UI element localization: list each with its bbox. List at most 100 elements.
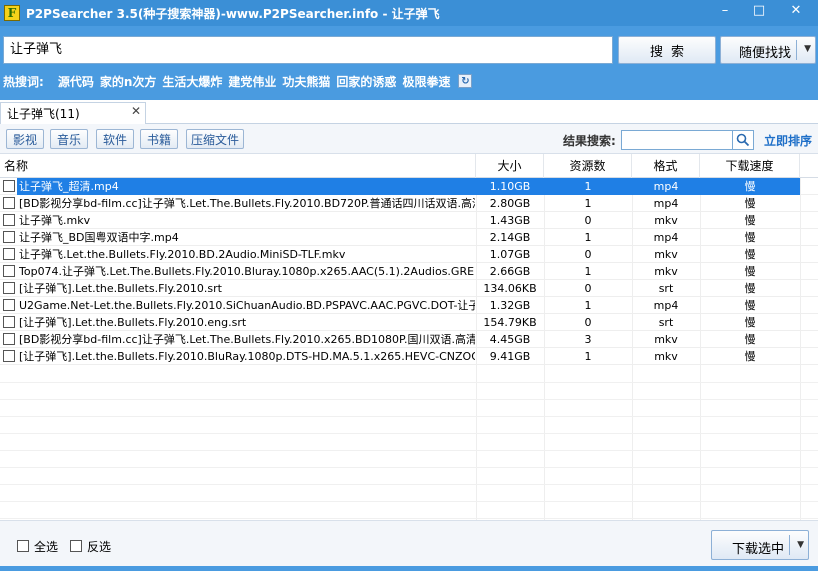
file-format: mkv (654, 265, 678, 278)
search-icon[interactable] (732, 130, 754, 150)
file-name: [BD影视分享bd-film.cc]让子弹飞.Let.The.Bullets.F… (19, 197, 475, 210)
row-checkbox[interactable] (3, 180, 15, 192)
sort-now-link[interactable]: 立即排序 (764, 132, 812, 149)
invert-selection-checkbox[interactable] (70, 540, 82, 552)
file-format: mp4 (653, 197, 679, 210)
row-checkbox[interactable] (3, 333, 15, 345)
download-speed: 慢 (744, 214, 756, 227)
results-table: 名称 大小 资源数 格式 下载速度 让子弹飞_超清.mp4 1.10GB 1 mp4 慢… (0, 154, 818, 520)
table-header: 名称 大小 资源数 格式 下载速度 (0, 154, 818, 178)
row-checkbox[interactable] (3, 316, 15, 328)
row-checkbox[interactable] (3, 214, 15, 226)
row-checkbox[interactable] (3, 350, 15, 362)
source-count: 1 (584, 265, 592, 278)
search-header: 让子弹飞 搜索 随便找找 ▼ 热搜词: 源代码 家的n次方 生活大爆炸 建党伟业… (0, 26, 818, 100)
minimize-button[interactable]: – (708, 0, 742, 20)
chevron-down-icon[interactable]: ▼ (804, 44, 811, 54)
file-format: mkv (654, 333, 678, 346)
refresh-icon[interactable]: ↻ (458, 74, 473, 88)
table-row[interactable]: [让子弹飞].Let.the.Bullets.Fly.2010.eng.srt 1… (0, 314, 818, 331)
file-name: [让子弹飞].Let.the.Bullets.Fly.2010.eng.srt (19, 316, 247, 329)
empty-row-line (0, 382, 818, 383)
column-header-format[interactable]: 格式 (632, 154, 700, 178)
column-header-size[interactable]: 大小 (476, 154, 544, 178)
hot-keyword[interactable]: 回家的诱惑 (336, 73, 396, 90)
file-format: mp4 (653, 299, 679, 312)
source-count: 1 (584, 350, 592, 363)
empty-row-line (0, 467, 818, 468)
row-checkbox[interactable] (3, 197, 15, 209)
tab-search-results[interactable]: 让子弹飞(11) ✕ (0, 102, 146, 125)
row-checkbox[interactable] (3, 282, 15, 294)
table-row[interactable]: Top074.让子弹飞.Let.The.Bullets.Fly.2010.Blu… (0, 263, 818, 280)
chevron-down-icon[interactable]: ▼ (797, 540, 804, 550)
hot-keyword[interactable]: 建党伟业 (228, 73, 276, 90)
file-size: 1.07GB (489, 248, 531, 261)
download-speed: 慢 (744, 333, 756, 346)
table-row[interactable]: [让子弹飞].Let.the.Bullets.Fly.2010.srt 134.0… (0, 280, 818, 297)
download-speed: 慢 (744, 350, 756, 363)
app-logo-icon: F (4, 5, 20, 21)
select-all-checkbox[interactable] (17, 540, 29, 552)
source-count: 0 (584, 316, 592, 329)
hot-keyword[interactable]: 源代码 (58, 73, 94, 90)
file-size: 2.66GB (489, 265, 531, 278)
file-format: mp4 (653, 231, 679, 244)
file-size: 9.41GB (489, 350, 531, 363)
invert-selection-label[interactable]: 反选 (87, 538, 111, 555)
close-icon[interactable]: ✕ (131, 104, 141, 118)
source-count: 0 (584, 214, 592, 227)
table-row[interactable]: 让子弹飞_超清.mp4 1.10GB 1 mp4 慢 (0, 178, 818, 195)
hot-keyword[interactable]: 生活大爆炸 (162, 73, 222, 90)
row-checkbox[interactable] (3, 231, 15, 243)
table-row[interactable]: 让子弹飞.Let.the.Bullets.Fly.2010.BD.2Audio.… (0, 246, 818, 263)
button-divider (796, 40, 797, 60)
row-checkbox[interactable] (3, 299, 15, 311)
empty-row-line (0, 484, 818, 485)
file-size: 4.45GB (489, 333, 531, 346)
hot-keywords: 热搜词: 源代码 家的n次方 生活大爆炸 建党伟业 功夫熊猫 回家的诱惑 极限拳… (3, 72, 473, 90)
close-button[interactable]: ✕ (776, 0, 816, 20)
filter-books-button[interactable]: 书籍 (140, 129, 178, 149)
download-speed: 慢 (744, 180, 756, 193)
select-all-label[interactable]: 全选 (34, 538, 58, 555)
window-bottom-edge (0, 566, 818, 571)
random-search-button[interactable]: 随便找找 ▼ (720, 36, 816, 64)
download-speed: 慢 (744, 248, 756, 261)
row-checkbox[interactable] (3, 265, 15, 277)
column-header-speed[interactable]: 下载速度 (700, 154, 800, 178)
file-name: 让子弹飞_超清.mp4 (19, 180, 119, 193)
hot-keywords-label: 热搜词: (3, 74, 44, 89)
table-row[interactable]: [让子弹飞].Let.the.Bullets.Fly.2010.BluRay.1… (0, 348, 818, 365)
hot-keyword[interactable]: 家的n次方 (100, 73, 157, 90)
file-name: Top074.让子弹飞.Let.The.Bullets.Fly.2010.Blu… (19, 265, 475, 278)
row-checkbox[interactable] (3, 248, 15, 260)
maximize-button[interactable]: □ (742, 0, 776, 20)
filter-archive-button[interactable]: 压缩文件 (186, 129, 244, 149)
table-row[interactable]: 让子弹飞_BD国粤双语中字.mp4 2.14GB 1 mp4 慢 (0, 229, 818, 246)
column-header-sources[interactable]: 资源数 (544, 154, 632, 178)
download-speed: 慢 (744, 299, 756, 312)
result-search-input[interactable] (621, 130, 733, 150)
file-format: mkv (654, 214, 678, 227)
column-header-name[interactable]: 名称 (0, 154, 476, 178)
table-row[interactable]: [BD影视分享bd-film.cc]让子弹飞.Let.The.Bullets.F… (0, 331, 818, 348)
source-count: 3 (584, 333, 592, 346)
empty-row-line (0, 450, 818, 451)
filter-software-button[interactable]: 软件 (96, 129, 134, 149)
table-row[interactable]: 让子弹飞.mkv 1.43GB 0 mkv 慢 (0, 212, 818, 229)
hot-keyword[interactable]: 功夫熊猫 (282, 73, 330, 90)
file-name: 让子弹飞.mkv (19, 214, 91, 227)
table-row[interactable]: [BD影视分享bd-film.cc]让子弹飞.Let.The.Bullets.F… (0, 195, 818, 212)
file-name: 让子弹飞_BD国粤双语中字.mp4 (19, 231, 179, 244)
table-row[interactable]: U2Game.Net-Let.the.Bullets.Fly.2010.SiCh… (0, 297, 818, 314)
hot-keyword[interactable]: 极限拳速 (402, 73, 450, 90)
search-button[interactable]: 搜索 (618, 36, 716, 64)
filter-music-button[interactable]: 音乐 (50, 129, 88, 149)
empty-row-line (0, 399, 818, 400)
search-input[interactable]: 让子弹飞 (3, 36, 613, 64)
download-selected-button[interactable]: 下载选中 ▼ (711, 530, 809, 560)
filter-video-button[interactable]: 影视 (6, 129, 44, 149)
title-bar: F P2PSearcher 3.5(种子搜索神器)-www.P2PSearche… (0, 0, 818, 26)
tab-label: 让子弹飞(11) (7, 107, 80, 121)
